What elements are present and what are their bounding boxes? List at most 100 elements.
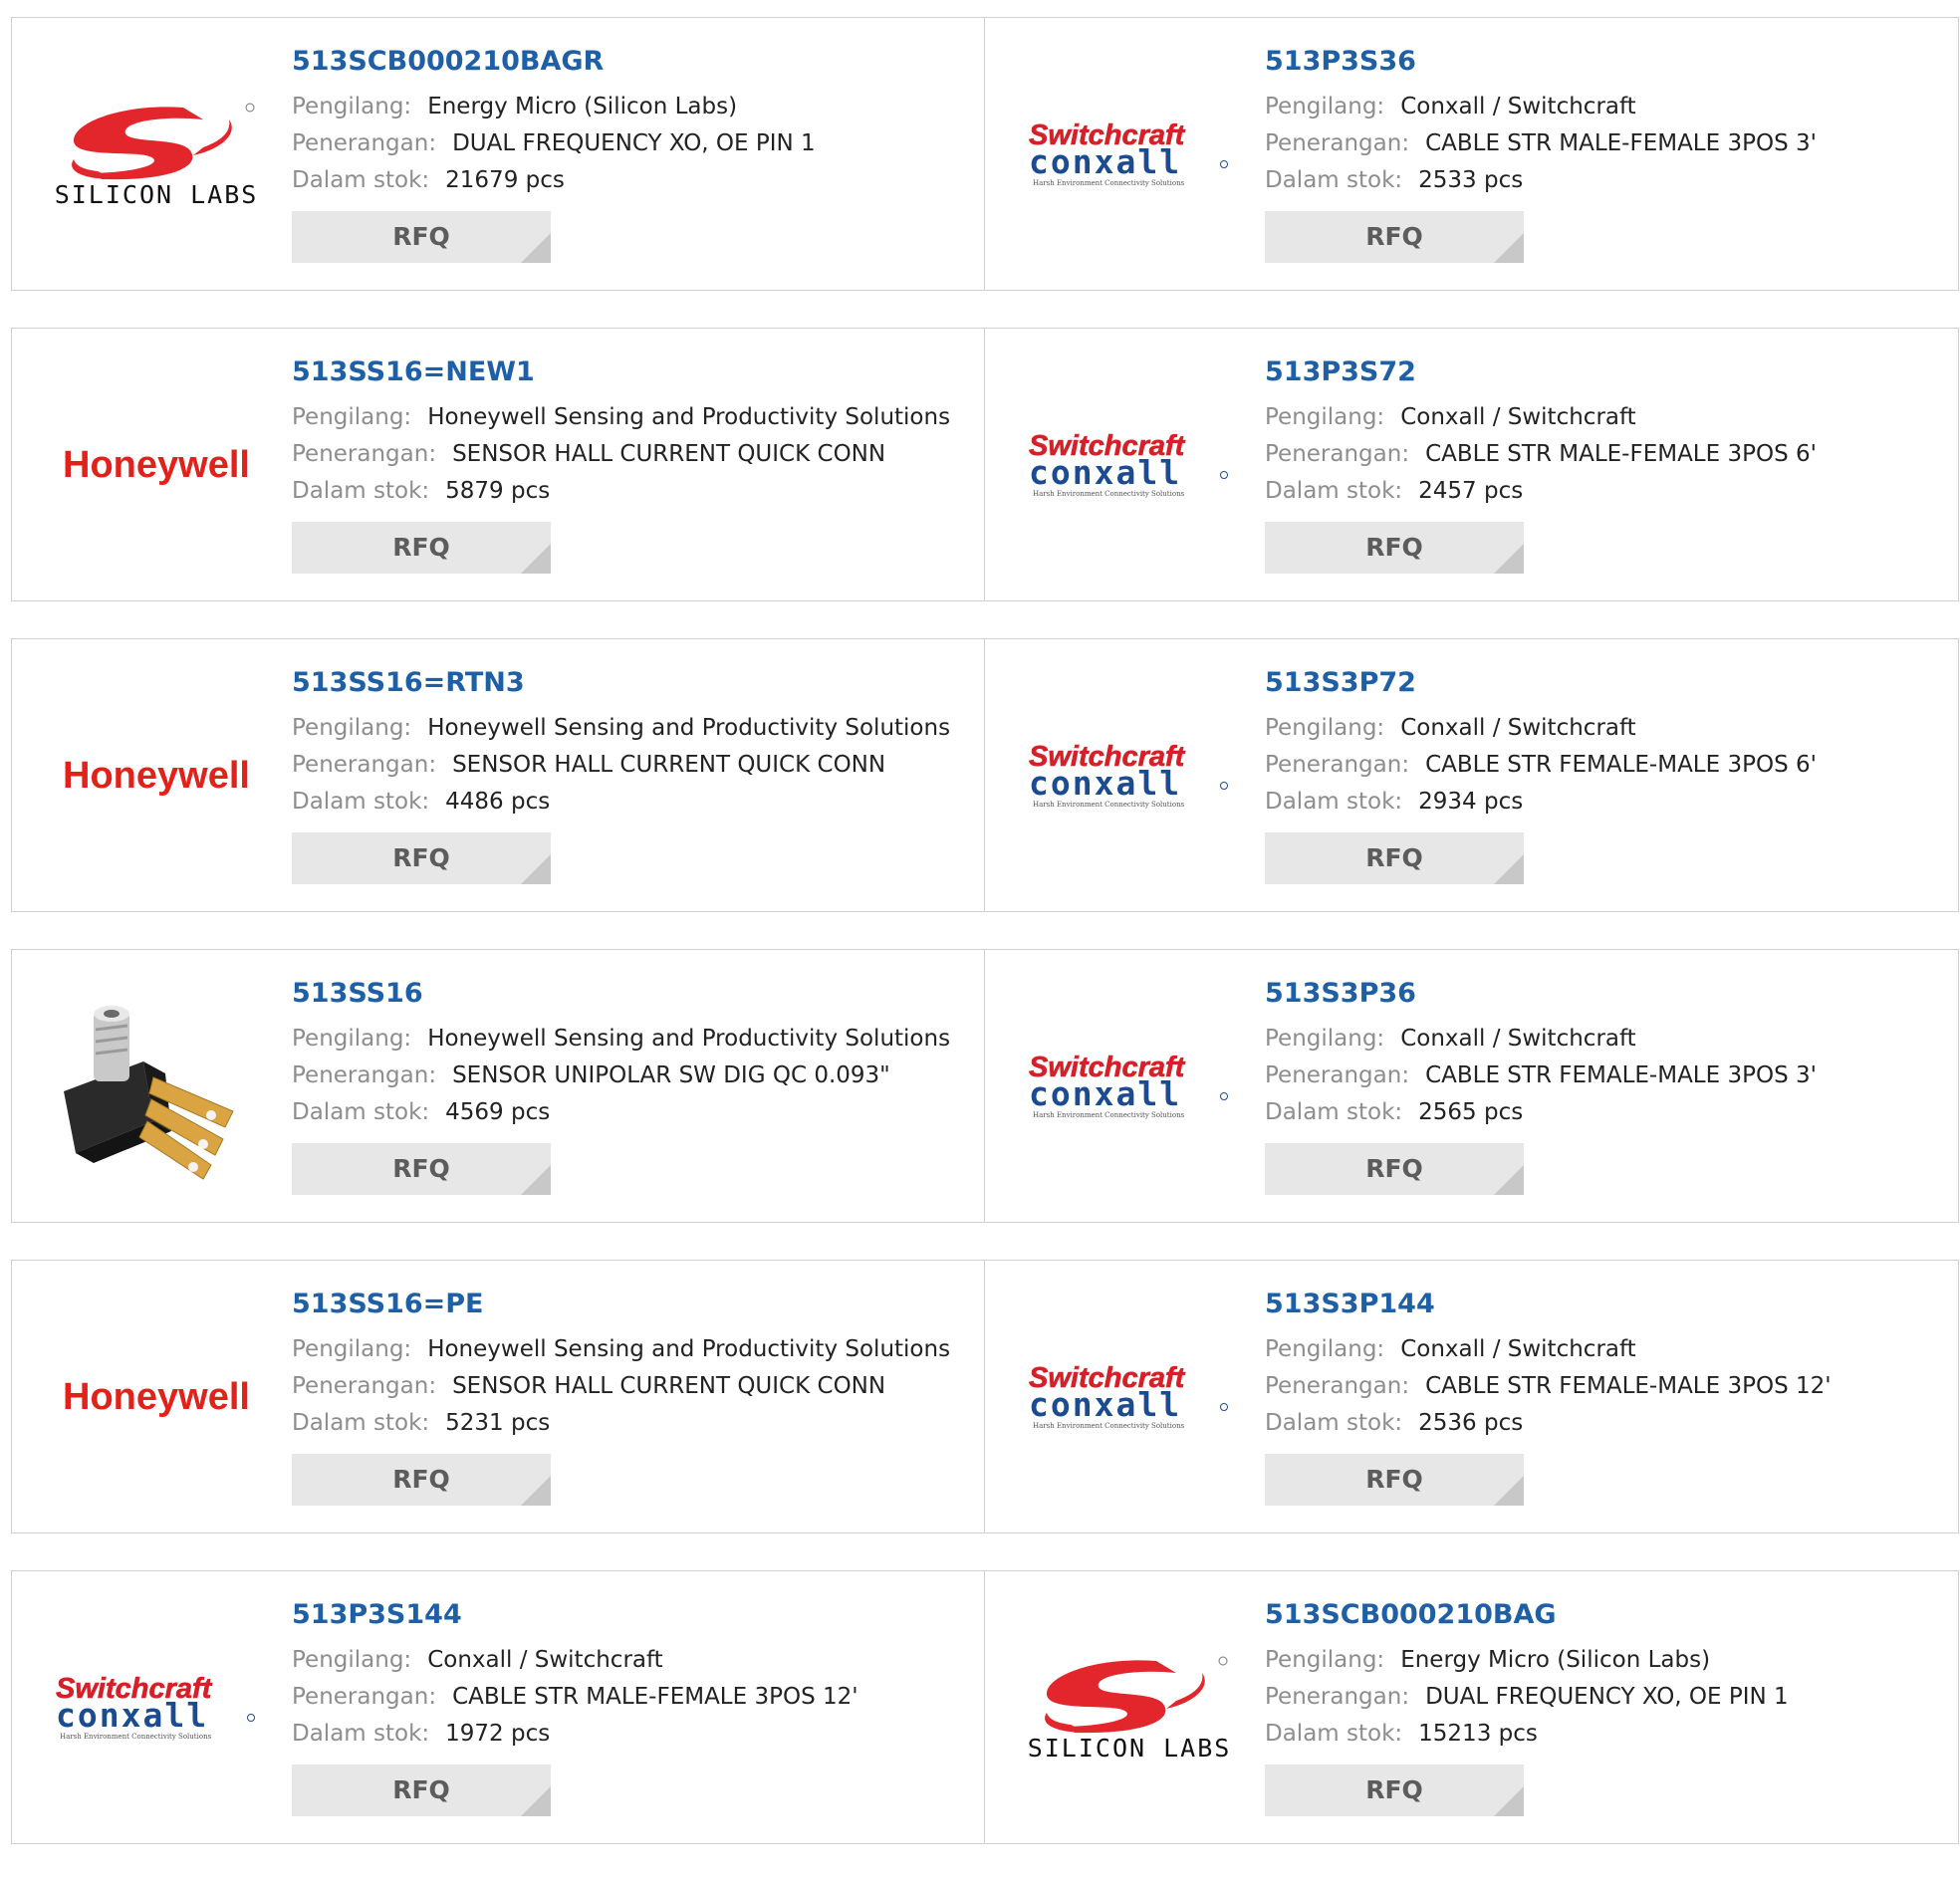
rfq-button-label: RFQ bbox=[1365, 843, 1423, 872]
rfq-button[interactable]: RFQ bbox=[1265, 522, 1524, 574]
description-value: CABLE STR MALE-FEMALE 3POS 3' bbox=[1425, 130, 1817, 156]
stock-label: Dalam stok: bbox=[1265, 1410, 1403, 1436]
stock-label: Dalam stok: bbox=[292, 167, 430, 193]
switchcraft-conxall-logo[interactable]: Switchcraft conxall Harsh Environment Co… bbox=[1025, 1007, 1234, 1166]
product-row: Honeywell 513SS16=PE Pengilang: Honeywell… bbox=[11, 1260, 1960, 1533]
rfq-button-label: RFQ bbox=[392, 1154, 450, 1183]
stock-value: 2533 pcs bbox=[1418, 167, 1524, 193]
conxall-wordmark: conxall bbox=[1029, 1385, 1181, 1424]
description-line: Penerangan: SENSOR HALL CURRENT QUICK CON… bbox=[292, 1368, 950, 1405]
corner-triangle-icon bbox=[1494, 854, 1524, 884]
conxall-tagline: Harsh Environment Connectivity Solutions bbox=[1033, 1111, 1185, 1119]
description-line: Penerangan: SENSOR HALL CURRENT QUICK CON… bbox=[292, 436, 950, 473]
silicon-labs-logo[interactable]: SILICON LABS bbox=[1025, 1628, 1234, 1787]
stock-line: Dalam stok: 2533 pcs bbox=[1265, 162, 1817, 199]
part-number-link[interactable]: 513SCB000210BAG bbox=[1265, 1599, 1789, 1631]
stock-label: Dalam stok: bbox=[1265, 1099, 1403, 1125]
manufacturer-line: Pengilang: Conxall / Switchcraft bbox=[1265, 710, 1817, 747]
rfq-button-label: RFQ bbox=[1365, 1465, 1423, 1494]
part-number-link[interactable]: 513P3S144 bbox=[292, 1599, 858, 1631]
stock-label: Dalam stok: bbox=[292, 1099, 430, 1125]
rfq-button-label: RFQ bbox=[1365, 1154, 1423, 1183]
description-label: Penerangan: bbox=[1265, 1062, 1410, 1088]
description-value: CABLE STR FEMALE-MALE 3POS 3' bbox=[1425, 1062, 1817, 1088]
part-number-link[interactable]: 513SS16 bbox=[292, 978, 950, 1010]
product-info: 513P3S72 Pengilang: Conxall / Switchcraft… bbox=[1265, 356, 1817, 574]
manufacturer-line: Pengilang: Conxall / Switchcraft bbox=[1265, 1331, 1832, 1368]
description-value: SENSOR UNIPOLAR SW DIG QC 0.093" bbox=[452, 1062, 890, 1088]
product-card: Honeywell 513SS16=PE Pengilang: Honeywell… bbox=[11, 1260, 985, 1533]
stock-line: Dalam stok: 4486 pcs bbox=[292, 784, 950, 821]
switchcraft-conxall-logo[interactable]: Switchcraft conxall Harsh Environment Co… bbox=[1025, 75, 1234, 234]
rfq-button[interactable]: RFQ bbox=[292, 1454, 551, 1506]
stock-value: 15213 pcs bbox=[1418, 1721, 1538, 1747]
part-number-link[interactable]: 513S3P72 bbox=[1265, 667, 1817, 699]
rfq-button[interactable]: RFQ bbox=[292, 1143, 551, 1195]
honeywell-logo[interactable]: Honeywell bbox=[52, 385, 261, 545]
switchcraft-conxall-logo[interactable]: Switchcraft conxall Harsh Environment Co… bbox=[52, 1628, 261, 1787]
conxall-wordmark: conxall bbox=[1029, 453, 1181, 492]
part-number-link[interactable]: 513SS16=RTN3 bbox=[292, 667, 950, 699]
honeywell-wordmark: Honeywell bbox=[63, 755, 250, 797]
description-value: CABLE STR MALE-FEMALE 3POS 12' bbox=[452, 1684, 858, 1710]
description-label: Penerangan: bbox=[1265, 1684, 1410, 1710]
stock-label: Dalam stok: bbox=[292, 478, 430, 504]
manufacturer-label: Pengilang: bbox=[1265, 94, 1385, 119]
description-label: Penerangan: bbox=[292, 1684, 437, 1710]
product-row: Honeywell 513SS16=NEW1 Pengilang: Honeywe… bbox=[11, 328, 1960, 601]
manufacturer-label: Pengilang: bbox=[292, 1647, 412, 1673]
switchcraft-conxall-logo[interactable]: Switchcraft conxall Harsh Environment Co… bbox=[1025, 696, 1234, 855]
description-line: Penerangan: CABLE STR FEMALE-MALE 3POS 12… bbox=[1265, 1368, 1832, 1405]
switchcraft-conxall-logo[interactable]: Switchcraft conxall Harsh Environment Co… bbox=[1025, 1317, 1234, 1477]
rfq-button[interactable]: RFQ bbox=[1265, 1454, 1524, 1506]
description-value: DUAL FREQUENCY XO, OE PIN 1 bbox=[452, 130, 816, 156]
manufacturer-line: Pengilang: Energy Micro (Silicon Labs) bbox=[292, 89, 816, 125]
description-value: DUAL FREQUENCY XO, OE PIN 1 bbox=[1425, 1684, 1789, 1710]
rfq-button[interactable]: RFQ bbox=[292, 211, 551, 263]
manufacturer-value: Energy Micro (Silicon Labs) bbox=[1400, 1647, 1711, 1673]
stock-value: 5231 pcs bbox=[445, 1410, 551, 1436]
part-number-link[interactable]: 513SS16=NEW1 bbox=[292, 356, 950, 388]
product-info: 513S3P144 Pengilang: Conxall / Switchcraf… bbox=[1265, 1289, 1832, 1506]
rfq-button[interactable]: RFQ bbox=[1265, 1143, 1524, 1195]
manufacturer-label: Pengilang: bbox=[1265, 1336, 1385, 1362]
part-number-link[interactable]: 513SCB000210BAGR bbox=[292, 46, 816, 78]
rfq-button[interactable]: RFQ bbox=[292, 522, 551, 574]
honeywell-logo[interactable]: Honeywell bbox=[52, 696, 261, 855]
rfq-button[interactable]: RFQ bbox=[1265, 211, 1524, 263]
stock-label: Dalam stok: bbox=[1265, 1721, 1403, 1747]
description-line: Penerangan: CABLE STR FEMALE-MALE 3POS 3' bbox=[1265, 1058, 1817, 1094]
rfq-button[interactable]: RFQ bbox=[292, 1764, 551, 1816]
rfq-button[interactable]: RFQ bbox=[1265, 1764, 1524, 1816]
part-number-link[interactable]: 513S3P144 bbox=[1265, 1289, 1832, 1320]
conxall-wordmark: conxall bbox=[1029, 1074, 1181, 1113]
description-value: CABLE STR MALE-FEMALE 3POS 6' bbox=[1425, 441, 1817, 467]
description-label: Penerangan: bbox=[1265, 752, 1410, 778]
stock-line: Dalam stok: 21679 pcs bbox=[292, 162, 816, 199]
stock-value: 4486 pcs bbox=[445, 789, 551, 815]
part-number-link[interactable]: 513P3S72 bbox=[1265, 356, 1817, 388]
rfq-button-label: RFQ bbox=[392, 1465, 450, 1494]
honeywell-logo[interactable]: Honeywell bbox=[52, 1317, 261, 1477]
rfq-button[interactable]: RFQ bbox=[292, 832, 551, 884]
manufacturer-label: Pengilang: bbox=[1265, 404, 1385, 430]
honeywell-wordmark: Honeywell bbox=[63, 1376, 250, 1418]
stock-line: Dalam stok: 2457 pcs bbox=[1265, 473, 1817, 510]
description-label: Penerangan: bbox=[1265, 441, 1410, 467]
product-card: Honeywell 513SS16=RTN3 Pengilang: Honeywe… bbox=[11, 638, 985, 912]
description-value: SENSOR HALL CURRENT QUICK CONN bbox=[452, 752, 886, 778]
stock-value: 2536 pcs bbox=[1418, 1410, 1524, 1436]
part-number-link[interactable]: 513SS16=PE bbox=[292, 1289, 950, 1320]
rfq-button[interactable]: RFQ bbox=[1265, 832, 1524, 884]
description-label: Penerangan: bbox=[292, 130, 437, 156]
part-number-link[interactable]: 513S3P36 bbox=[1265, 978, 1817, 1010]
product-card: SILICON LABS 513SCB000210BAGR Pengilang:… bbox=[11, 17, 985, 291]
conxall-wordmark: conxall bbox=[56, 1696, 208, 1735]
product-grid: SILICON LABS 513SCB000210BAGR Pengilang:… bbox=[11, 17, 1960, 1881]
sensor-product-photo[interactable] bbox=[52, 1006, 261, 1180]
description-value: CABLE STR FEMALE-MALE 3POS 6' bbox=[1425, 752, 1817, 778]
part-number-link[interactable]: 513P3S36 bbox=[1265, 46, 1817, 78]
manufacturer-value: Honeywell Sensing and Productivity Solut… bbox=[427, 404, 951, 430]
switchcraft-conxall-logo[interactable]: Switchcraft conxall Harsh Environment Co… bbox=[1025, 385, 1234, 545]
silicon-labs-logo[interactable]: SILICON LABS bbox=[52, 75, 261, 234]
